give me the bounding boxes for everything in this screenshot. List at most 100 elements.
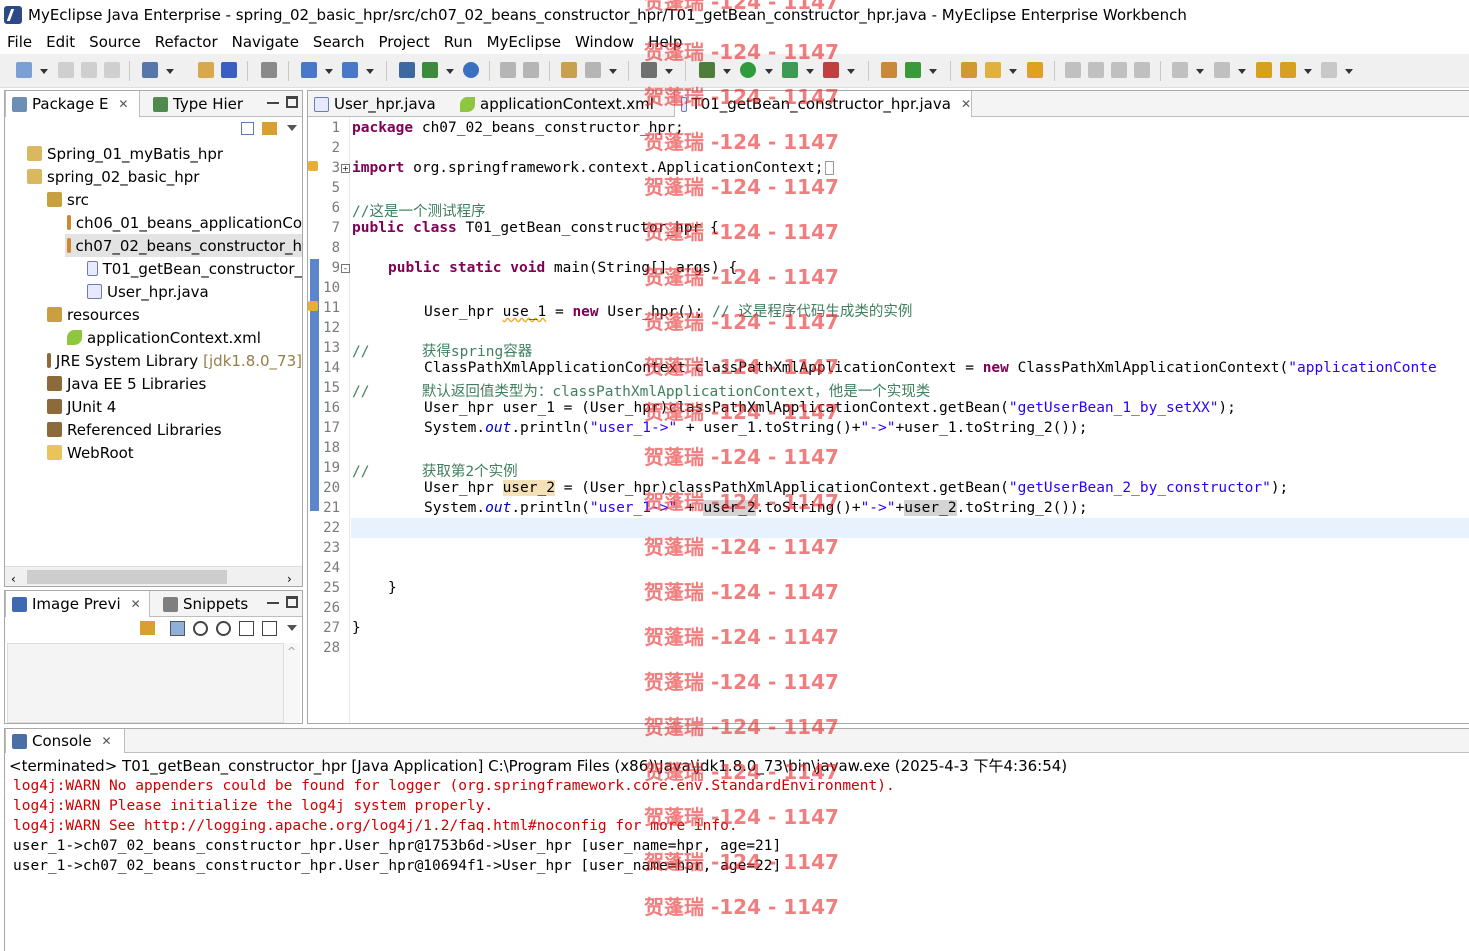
chevron-down-icon[interactable] bbox=[1238, 69, 1246, 74]
chevron-down-icon[interactable] bbox=[806, 69, 814, 74]
code-line[interactable]: // 获取第2个实例 bbox=[352, 460, 518, 481]
chevron-down-icon[interactable] bbox=[366, 69, 374, 74]
redo-icon[interactable] bbox=[523, 62, 539, 78]
zoom-out-icon[interactable] bbox=[193, 621, 208, 636]
chevron-down-icon[interactable] bbox=[446, 69, 454, 74]
tab-application-context[interactable]: applicationContext.xml bbox=[454, 91, 674, 117]
code-line[interactable]: } bbox=[388, 580, 397, 596]
tab-console[interactable]: Console ✕ bbox=[5, 729, 125, 753]
tree-item-library[interactable]: JUnit 4 bbox=[47, 395, 116, 418]
tree-item-xml-file[interactable]: applicationContext.xml bbox=[67, 326, 261, 349]
chevron-down-icon[interactable] bbox=[723, 69, 731, 74]
code-line[interactable]: ClassPathXmlApplicationContext classPath… bbox=[424, 360, 1437, 376]
new-package-icon[interactable] bbox=[905, 62, 921, 78]
tree-item-package-selected[interactable]: ch07_02_beans_constructor_h bbox=[65, 234, 302, 257]
close-icon[interactable]: ✕ bbox=[131, 597, 141, 611]
close-icon[interactable]: ✕ bbox=[961, 97, 971, 111]
collapse-all-icon[interactable] bbox=[241, 122, 254, 135]
next-annotation-icon[interactable] bbox=[1172, 62, 1188, 78]
menu-run[interactable]: Run bbox=[437, 33, 480, 51]
menu-myeclipse[interactable]: MyEclipse bbox=[480, 33, 568, 51]
menu-refactor[interactable]: Refactor bbox=[148, 33, 225, 51]
server-icon[interactable] bbox=[221, 62, 237, 78]
highlight-icon[interactable] bbox=[1088, 62, 1104, 78]
save-icon[interactable] bbox=[58, 62, 74, 78]
back-arrow-icon[interactable] bbox=[1280, 62, 1296, 78]
view-menu-icon[interactable] bbox=[287, 125, 297, 131]
new-icon[interactable] bbox=[16, 62, 32, 78]
search-icon[interactable] bbox=[342, 62, 358, 78]
tree-item-java-file[interactable]: T01_getBean_constructor_ bbox=[87, 257, 302, 280]
new-project-icon[interactable] bbox=[142, 62, 158, 78]
warning-icon[interactable] bbox=[308, 161, 318, 171]
globe-icon[interactable] bbox=[463, 62, 479, 78]
tasks-icon[interactable] bbox=[561, 62, 577, 78]
show-whitespace-icon[interactable] bbox=[1134, 62, 1150, 78]
chevron-down-icon[interactable] bbox=[665, 69, 673, 74]
pencil-icon[interactable] bbox=[985, 62, 1001, 78]
collapse-fold-icon[interactable]: - bbox=[341, 264, 350, 273]
close-icon[interactable]: ✕ bbox=[118, 97, 128, 111]
chevron-down-icon[interactable] bbox=[166, 69, 174, 74]
code-line[interactable]: User_hpr user_2 = (User_hpr)classPathXml… bbox=[424, 480, 1288, 496]
menu-project[interactable]: Project bbox=[371, 33, 436, 51]
scroll-up-icon[interactable]: ^ bbox=[287, 645, 296, 658]
undo-icon[interactable] bbox=[500, 62, 516, 78]
prev-annotation-icon[interactable] bbox=[1214, 62, 1230, 78]
tree-item-package[interactable]: ch06_01_beans_applicationCo bbox=[67, 211, 302, 234]
scroll-right-icon[interactable]: › bbox=[287, 572, 292, 586]
maximize-icon[interactable] bbox=[286, 596, 298, 608]
vertical-scrollbar[interactable]: ^ bbox=[284, 643, 300, 723]
chevron-down-icon[interactable] bbox=[1304, 69, 1312, 74]
menu-navigate[interactable]: Navigate bbox=[225, 33, 306, 51]
save-all-icon[interactable] bbox=[81, 62, 97, 78]
new-class-icon[interactable] bbox=[881, 62, 897, 78]
tree-item-library[interactable]: Java EE 5 Libraries bbox=[47, 372, 206, 395]
chevron-down-icon[interactable] bbox=[325, 69, 333, 74]
maximize-icon[interactable] bbox=[286, 96, 298, 108]
tab-type-hierarchy[interactable]: Type Hier bbox=[147, 91, 259, 117]
tab-snippets[interactable]: Snippets bbox=[157, 591, 257, 617]
tab-package-explorer[interactable]: Package E ✕ bbox=[5, 91, 140, 117]
chevron-down-icon[interactable] bbox=[1009, 69, 1017, 74]
expand-fold-icon[interactable]: + bbox=[341, 164, 350, 173]
chevron-down-icon[interactable] bbox=[1345, 69, 1353, 74]
chevron-down-icon[interactable] bbox=[1196, 69, 1204, 74]
fit-image-icon[interactable] bbox=[170, 621, 185, 636]
database-icon[interactable] bbox=[399, 62, 415, 78]
chevron-down-icon[interactable] bbox=[765, 69, 773, 74]
menu-file[interactable]: File bbox=[0, 33, 39, 51]
code-line[interactable]: } bbox=[352, 620, 361, 636]
link-icon[interactable] bbox=[140, 621, 155, 635]
fit-window-icon[interactable] bbox=[262, 621, 277, 636]
tree-item-library[interactable]: Referenced Libraries bbox=[47, 418, 222, 441]
code-line[interactable]: //这是一个测试程序 bbox=[352, 200, 485, 221]
chevron-down-icon[interactable] bbox=[609, 69, 617, 74]
menu-window[interactable]: Window bbox=[568, 33, 641, 51]
tree-item-project[interactable]: spring_02_basic_hpr bbox=[27, 165, 199, 188]
scroll-left-icon[interactable]: ‹ bbox=[11, 572, 16, 586]
open-folder-icon[interactable] bbox=[961, 62, 977, 78]
web-browser-icon[interactable] bbox=[261, 62, 277, 78]
open-task-icon[interactable] bbox=[1027, 62, 1043, 78]
open-type-icon[interactable] bbox=[301, 62, 317, 78]
tree-item-source-folder[interactable]: src bbox=[47, 188, 89, 211]
last-edit-icon[interactable] bbox=[1256, 62, 1272, 78]
close-icon[interactable]: ✕ bbox=[102, 734, 112, 748]
annotation-icon[interactable] bbox=[1065, 62, 1081, 78]
view-menu-icon[interactable] bbox=[287, 625, 297, 631]
print-icon[interactable] bbox=[104, 62, 120, 78]
tree-item-java-file[interactable]: User_hpr.java bbox=[87, 280, 209, 303]
minimize-icon[interactable] bbox=[267, 596, 279, 604]
deploy-icon[interactable] bbox=[198, 62, 214, 78]
tree-item-library[interactable]: JRE System Library [jdk1.8.0_73] bbox=[47, 349, 302, 372]
code-line[interactable]: // 获得spring容器 bbox=[352, 340, 532, 361]
menu-edit[interactable]: Edit bbox=[39, 33, 82, 51]
link-with-editor-icon[interactable] bbox=[262, 122, 277, 135]
chevron-down-icon[interactable] bbox=[929, 69, 937, 74]
tree-item-folder[interactable]: WebRoot bbox=[47, 441, 134, 464]
forward-arrow-icon[interactable] bbox=[1321, 62, 1337, 78]
actual-size-icon[interactable] bbox=[239, 621, 254, 636]
tab-image-preview[interactable]: Image Previ ✕ bbox=[5, 591, 150, 617]
menu-source[interactable]: Source bbox=[82, 33, 148, 51]
